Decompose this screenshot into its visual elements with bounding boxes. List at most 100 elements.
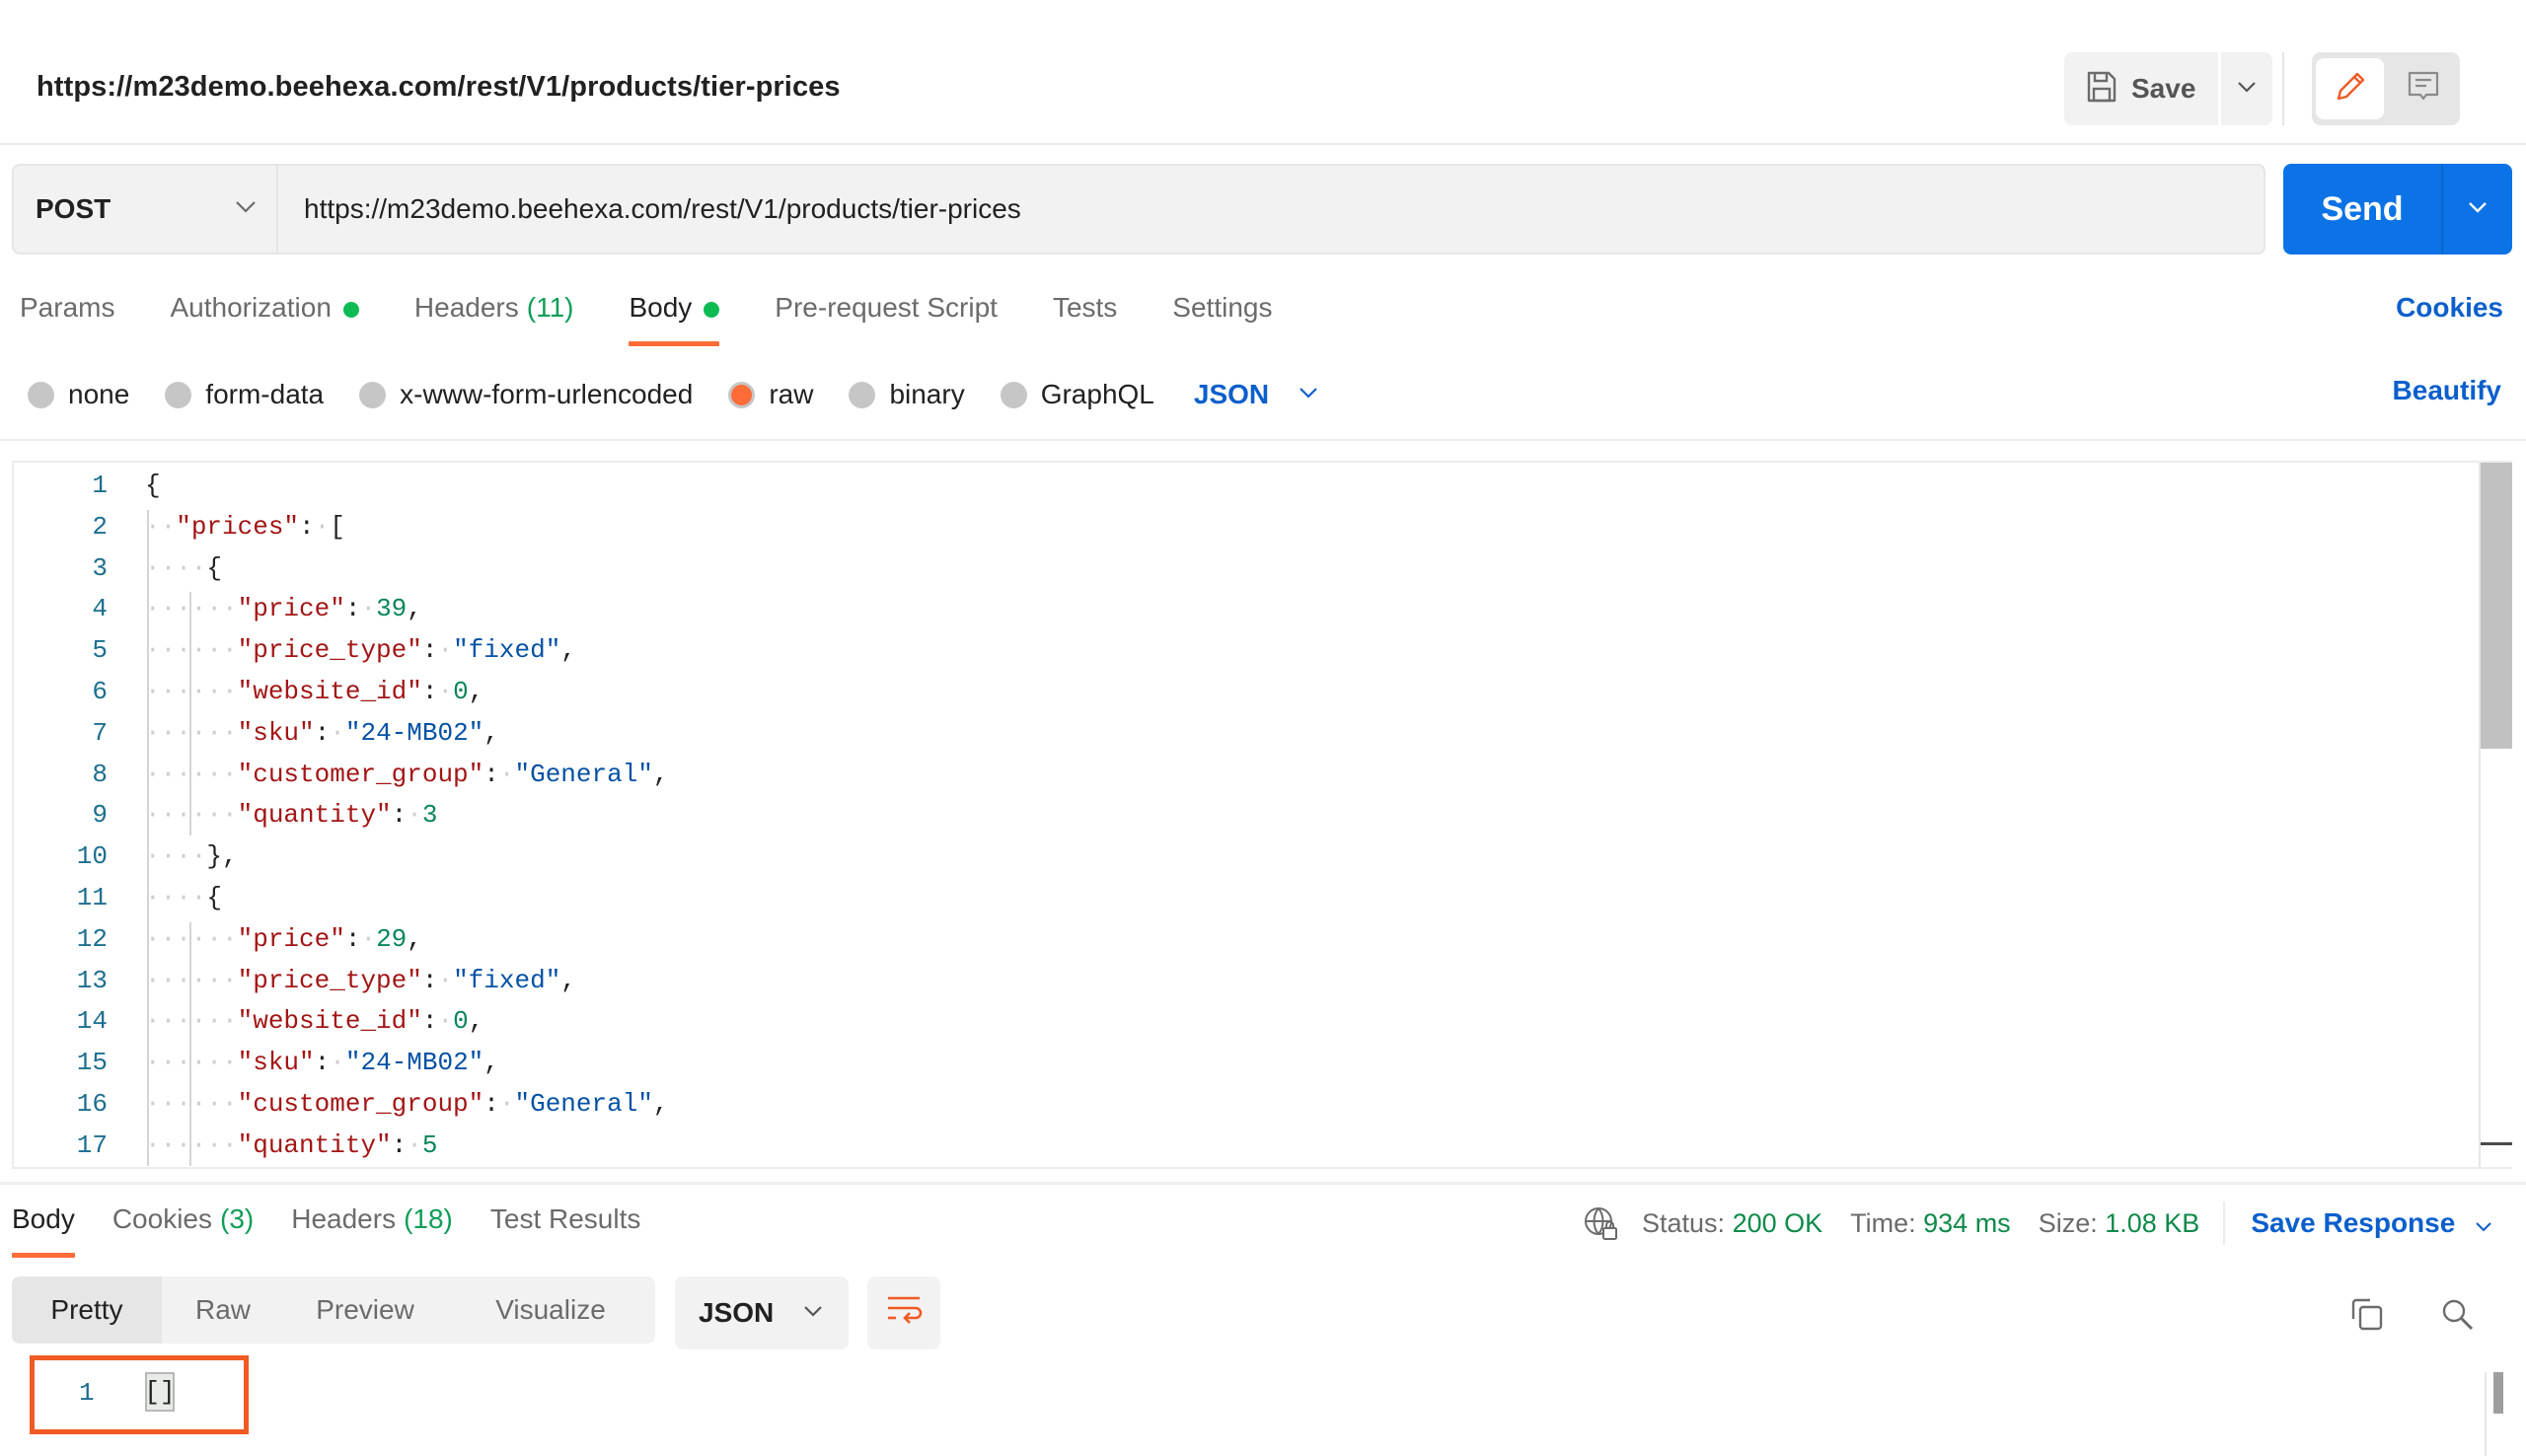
code-line[interactable]: ····},	[145, 836, 238, 877]
radio-label: GraphQL	[1040, 379, 1154, 409]
body-type-form-data[interactable]: form-data	[165, 379, 324, 410]
documentation-mode-button[interactable]	[2391, 58, 2456, 119]
line-number: 15	[76, 1048, 108, 1078]
tab-settings[interactable]: Settings	[1172, 292, 1272, 347]
body-type-none[interactable]: none	[28, 379, 129, 410]
code-token: ,	[652, 1089, 669, 1119]
send-options-button[interactable]	[2441, 164, 2512, 255]
body-type-urlencoded[interactable]: x-www-form-urlencoded	[359, 379, 693, 410]
line-number: 4	[92, 594, 108, 624]
code-area[interactable]: {··"prices":·[····{······"price":·39,···…	[145, 463, 2473, 1167]
code-token: ,	[652, 759, 669, 789]
code-line[interactable]: ······"sku":·"24-MB02",	[145, 712, 499, 754]
radio-button-selected[interactable]	[728, 381, 756, 408]
code-line[interactable]: ····{	[145, 547, 222, 589]
code-token: ,	[407, 923, 422, 954]
wrap-lines-icon	[885, 1294, 923, 1333]
cookies-link[interactable]: Cookies	[2396, 292, 2503, 324]
save-options-button[interactable]	[2221, 52, 2272, 125]
edit-mode-button[interactable]	[2316, 58, 2384, 119]
response-format-select[interactable]: JSON	[675, 1276, 849, 1349]
tab-count: (11)	[526, 292, 574, 323]
copy-response-button[interactable]	[2342, 1292, 2392, 1342]
code-token: "price_type"	[237, 635, 422, 666]
tab-pre-request-script[interactable]: Pre-request Script	[775, 292, 998, 347]
radio-label: x-www-form-urlencoded	[400, 379, 694, 409]
raw-language-select[interactable]: JSON	[1194, 379, 1318, 410]
code-token: ·	[330, 717, 345, 748]
active-tab-indicator	[12, 1253, 75, 1258]
radio-button[interactable]	[849, 381, 876, 408]
code-line[interactable]: ······"website_id":·0,	[145, 1000, 483, 1042]
beautify-button[interactable]: Beautify	[2393, 375, 2501, 406]
tab-count: (18)	[404, 1203, 453, 1234]
view-preview-button[interactable]: Preview	[284, 1276, 446, 1344]
code-line[interactable]: ·· "prices": ·[	[145, 506, 345, 547]
response-divider[interactable]	[0, 1182, 2526, 1185]
code-token: :	[421, 1006, 438, 1037]
response-time[interactable]: Time: 934 ms	[1850, 1208, 2011, 1239]
body-type-binary[interactable]: binary	[849, 379, 965, 410]
body-type-raw[interactable]: raw	[728, 379, 813, 410]
code-line[interactable]: ······"customer_group":·"General",	[145, 754, 669, 795]
radio-button[interactable]	[165, 381, 192, 408]
code-line[interactable]: ······"price":·39,	[145, 588, 422, 629]
body-type-graphql[interactable]: GraphQL	[1000, 379, 1154, 410]
code-token: :	[421, 677, 438, 706]
pencil-icon	[2334, 70, 2367, 109]
line-number-gutter: 1 2 3 4 5 6 7 8 9 10 11 12 13 14 15 16 17	[14, 463, 143, 1167]
view-visualize-button[interactable]: Visualize	[446, 1276, 655, 1344]
response-tab-cookies[interactable]: Cookies (3)	[112, 1203, 254, 1235]
tab-params[interactable]: Params	[20, 292, 114, 347]
tab-body[interactable]: Body	[629, 292, 720, 347]
wrap-lines-button[interactable]	[867, 1276, 940, 1349]
response-tab-body[interactable]: Body	[12, 1203, 75, 1258]
code-line[interactable]: ······"price_type":·"fixed",	[145, 960, 576, 1001]
tab-label: Tests	[1052, 292, 1118, 323]
mode-toggle	[2312, 52, 2460, 125]
response-tab-headers[interactable]: Headers (18)	[291, 1203, 453, 1235]
code-token: [	[330, 511, 345, 542]
code-line[interactable]: ······"price":·29,	[145, 918, 422, 960]
response-tab-test-results[interactable]: Test Results	[490, 1203, 641, 1235]
search-response-button[interactable]	[2433, 1292, 2483, 1342]
response-body-value[interactable]: []	[144, 1372, 176, 1412]
radio-button[interactable]	[28, 381, 54, 408]
radio-button[interactable]	[1000, 381, 1027, 408]
response-status[interactable]: Status: 200 OK	[1642, 1208, 1822, 1239]
indent-guide	[147, 509, 149, 1166]
scrollbar-thumb[interactable]	[2481, 463, 2512, 749]
code-line[interactable]: ······"website_id":·0,	[145, 671, 483, 712]
view-raw-button[interactable]: Raw	[162, 1276, 284, 1344]
code-token: "customer_group"	[237, 1089, 484, 1119]
save-response-button[interactable]: Save Response	[2251, 1207, 2492, 1239]
code-token: 3	[421, 800, 438, 831]
globe-lock-icon[interactable]	[1583, 1204, 1620, 1242]
send-button[interactable]: Send	[2283, 164, 2441, 255]
editor-scrollbar[interactable]	[2479, 463, 2512, 1167]
request-header: https://m23demo.beehexa.com/rest/V1/prod…	[0, 0, 2526, 145]
code-token: ·	[407, 1129, 422, 1160]
code-line[interactable]: ······"price_type":·"fixed",	[145, 629, 576, 671]
code-line[interactable]: ······"customer_group":·"General",	[145, 1083, 669, 1125]
response-size[interactable]: Size: 1.08 KB	[2039, 1208, 2200, 1239]
code-token: ·	[498, 759, 515, 789]
request-title[interactable]: https://m23demo.beehexa.com/rest/V1/prod…	[37, 71, 841, 104]
code-line[interactable]: {	[145, 465, 161, 506]
save-button-group: Save	[2064, 52, 2272, 125]
line-number: 17	[76, 1129, 108, 1160]
body-type-selector: none form-data x-www-form-urlencoded raw…	[28, 375, 1318, 414]
url-input[interactable]	[278, 166, 2264, 253]
method-select[interactable]: POST	[14, 166, 278, 253]
tab-tests[interactable]: Tests	[1053, 292, 1117, 347]
code-line[interactable]: ····{	[145, 877, 222, 918]
save-button[interactable]: Save	[2064, 52, 2218, 125]
tab-headers[interactable]: Headers (11)	[414, 292, 574, 347]
code-line[interactable]: ······"sku":·"24-MB02",	[145, 1042, 499, 1083]
response-scrollbar-thumb[interactable]	[2493, 1372, 2503, 1414]
tab-authorization[interactable]: Authorization	[170, 292, 359, 347]
radio-button[interactable]	[359, 381, 387, 408]
view-pretty-button[interactable]: Pretty	[12, 1276, 162, 1344]
line-number: 8	[92, 759, 108, 789]
request-body-editor[interactable]: 1 2 3 4 5 6 7 8 9 10 11 12 13 14 15 16 17 {·· "prices": ·[…	[12, 461, 2512, 1169]
